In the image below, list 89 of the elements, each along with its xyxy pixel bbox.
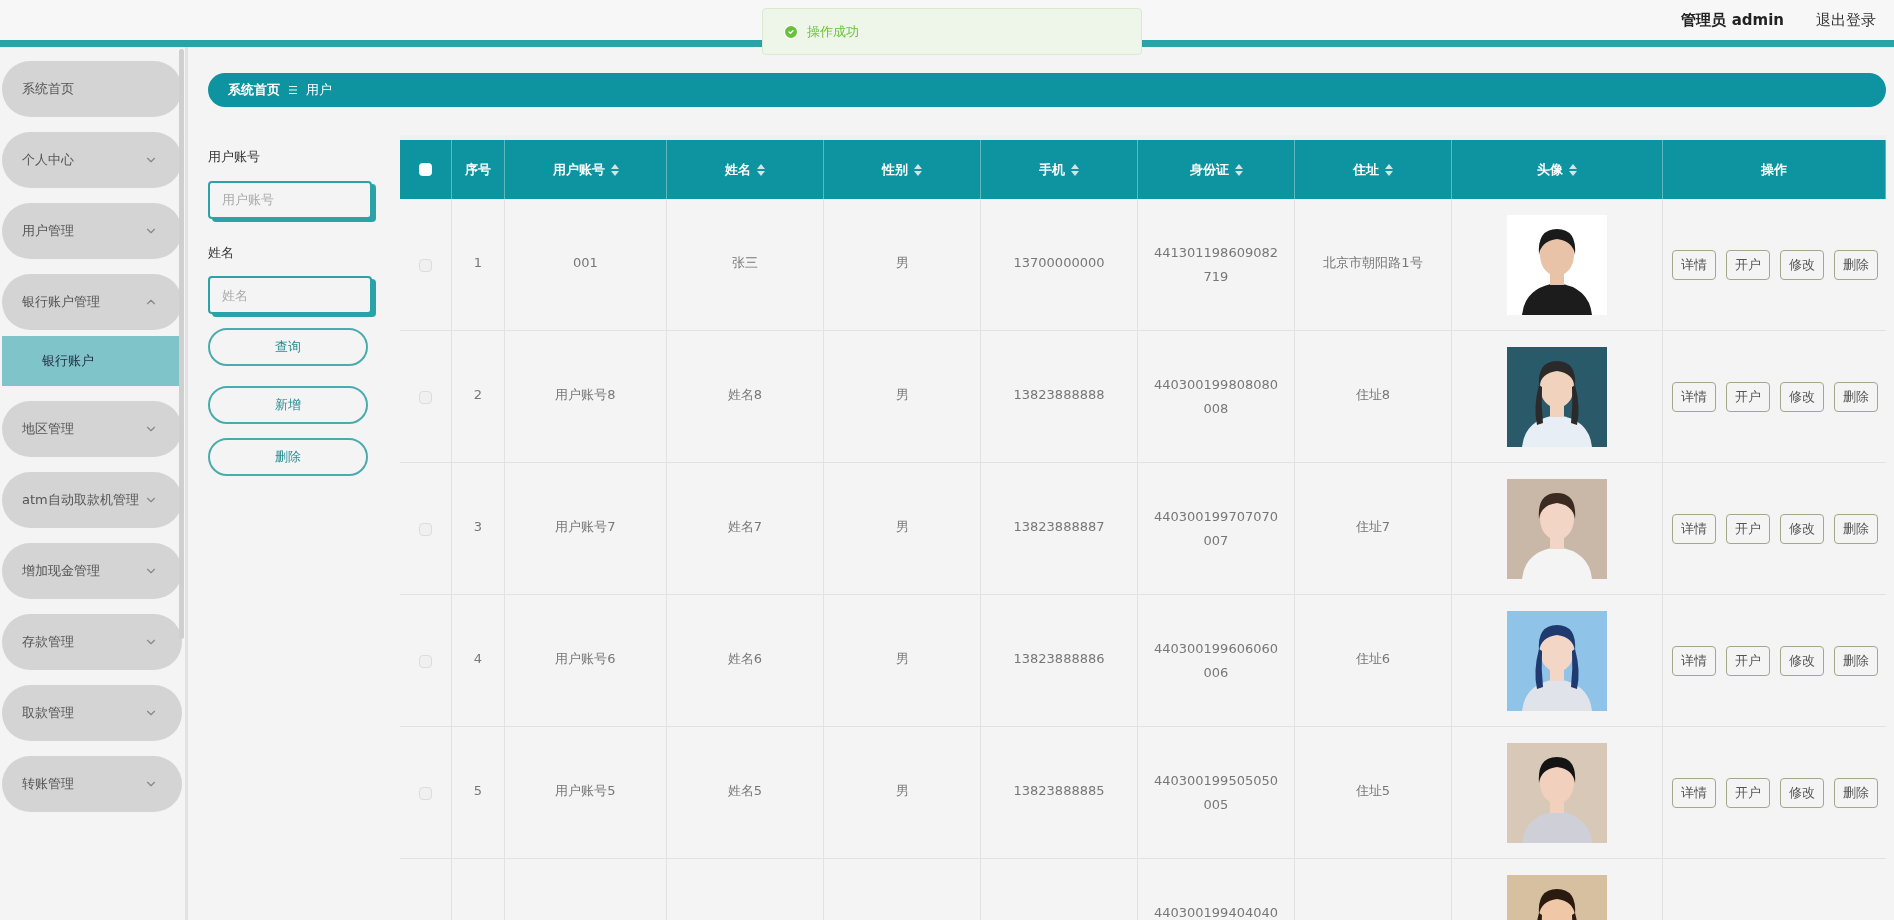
sort-icon[interactable] <box>914 163 922 176</box>
sidebar-menu-item[interactable]: 转账管理 <box>2 756 182 812</box>
row-action-button[interactable]: 详情 <box>1671 646 1716 676</box>
table-cell-text: 13700000000 <box>1013 254 1105 272</box>
row-action-button[interactable]: 详情 <box>1671 514 1716 544</box>
row-action-button[interactable]: 详情 <box>1671 778 1716 808</box>
table-cell-text: 441301198609082719 <box>1152 244 1280 286</box>
row-action-button[interactable]: 详情 <box>1671 250 1716 280</box>
row-action-button[interactable]: 开户 <box>1725 646 1770 676</box>
row-action-button[interactable]: 修改 <box>1779 514 1824 544</box>
toast-message: 操作成功 <box>807 22 859 41</box>
sort-icon[interactable] <box>1234 163 1243 176</box>
sidebar-menu-item[interactable]: 地区管理 <box>2 401 182 457</box>
success-icon <box>783 23 799 40</box>
filter-action-button[interactable]: 删除 <box>208 438 368 476</box>
table-cell-text: 男 <box>895 254 909 272</box>
table-cell-text: 姓名5 <box>727 782 763 800</box>
table-cell-text: 13823888886 <box>1013 650 1105 668</box>
table-cell-text: 440300199606060006 <box>1152 640 1280 682</box>
filter-action-button[interactable]: 查询 <box>208 328 368 366</box>
sidebar-menu-item[interactable]: 取款管理 <box>2 685 182 741</box>
table-cell-text: 姓名8 <box>727 386 763 404</box>
table-cell-text: 440300199707070007 <box>1152 508 1280 550</box>
row-action-button[interactable]: 开户 <box>1725 778 1770 808</box>
sidebar-menu-item[interactable]: atm自动取款机管理 <box>2 472 182 528</box>
table-cell-text: 440300199505050005 <box>1152 772 1280 814</box>
filter-input[interactable]: 姓名 <box>208 276 372 314</box>
table-cell-text: 13823888888 <box>1013 386 1105 404</box>
sort-icon[interactable] <box>610 163 619 176</box>
row-action-button[interactable]: 删除 <box>1833 250 1878 280</box>
table-cell-text: 男 <box>895 650 909 668</box>
sidebar-menu-item[interactable]: 增加现金管理 <box>2 543 182 599</box>
table-cell-text: 男 <box>895 518 909 536</box>
table-cell-text: 张三 <box>732 254 758 272</box>
row-action-button[interactable]: 删除 <box>1833 382 1878 412</box>
sort-icon[interactable] <box>1569 163 1577 176</box>
admin-label: 管理员 admin <box>1681 9 1784 31</box>
table-cell-text: 住址8 <box>1355 386 1391 404</box>
row-action-button[interactable]: 删除 <box>1833 778 1878 808</box>
filter-label: 姓名 <box>208 243 235 262</box>
table-cell-text: 13823888887 <box>1013 518 1105 536</box>
sidebar-submenu-item[interactable]: 银行账户 <box>2 336 182 386</box>
breadcrumb-link[interactable]: 系统首页 <box>228 80 280 100</box>
row-action-button[interactable]: 删除 <box>1833 514 1878 544</box>
sidebar-menu-item[interactable]: 个人中心 <box>2 132 182 188</box>
table-cell-text: 住址6 <box>1355 650 1391 668</box>
row-action-button[interactable]: 开户 <box>1725 514 1770 544</box>
row-action-button[interactable]: 修改 <box>1779 778 1824 808</box>
row-action-button[interactable]: 修改 <box>1779 250 1824 280</box>
table-cell-text: 北京市朝阳路1号 <box>1323 254 1423 272</box>
table-cell-text: 男 <box>895 386 909 404</box>
breadcrumb-current: 用户 <box>306 81 332 100</box>
row-action-button[interactable]: 删除 <box>1833 646 1878 676</box>
table-cell-text: 住址5 <box>1355 782 1391 800</box>
table-cell-text: 5 <box>473 782 483 800</box>
sort-icon[interactable] <box>1071 163 1079 176</box>
table-cell-text: 001 <box>573 254 598 272</box>
row-action-button[interactable]: 详情 <box>1671 382 1716 412</box>
sidebar-menu-item[interactable]: 系统首页 <box>2 61 182 117</box>
table-cell-text: 2 <box>473 386 483 404</box>
filter-input[interactable]: 用户账号 <box>208 180 372 219</box>
row-action-button[interactable]: 开户 <box>1725 382 1770 412</box>
sidebar-menu-item[interactable]: 银行账户管理 <box>2 274 182 330</box>
table-cell-text: 13823888885 <box>1013 782 1105 800</box>
row-action-button[interactable]: 修改 <box>1779 646 1824 676</box>
sidebar-menu-item[interactable]: 存款管理 <box>2 614 182 670</box>
filter-action-button[interactable]: 新增 <box>208 386 368 424</box>
table-cell-text: 440300199404040 <box>1152 904 1280 920</box>
table-cell-text: 4 <box>473 650 483 668</box>
table-cell-text: 住址7 <box>1355 518 1391 536</box>
table-cell-text: 男 <box>895 782 909 800</box>
logout-link[interactable]: 退出登录 <box>1816 8 1876 32</box>
table-cell-text: 用户账号5 <box>555 782 616 800</box>
row-action-button[interactable]: 开户 <box>1725 250 1770 280</box>
sidebar-menu-item[interactable]: 用户管理 <box>2 203 182 259</box>
table-cell-text: 用户账号7 <box>555 518 616 536</box>
sort-icon[interactable] <box>757 163 765 176</box>
table-cell-text: 用户账号8 <box>555 386 616 404</box>
table-cell-text: 姓名7 <box>727 518 763 536</box>
sort-icon[interactable] <box>1385 163 1393 176</box>
menu-icon <box>288 85 298 95</box>
row-action-button[interactable]: 修改 <box>1779 382 1824 412</box>
table-cell-text: 440300199808080008 <box>1152 376 1280 418</box>
select-all-checkbox[interactable] <box>419 163 432 176</box>
table-cell-text: 用户账号6 <box>555 650 616 668</box>
table-cell-text: 1 <box>473 254 483 272</box>
filter-label: 用户账号 <box>208 148 261 166</box>
table-cell-text: 3 <box>473 518 483 536</box>
table-cell-text: 姓名6 <box>727 650 763 668</box>
